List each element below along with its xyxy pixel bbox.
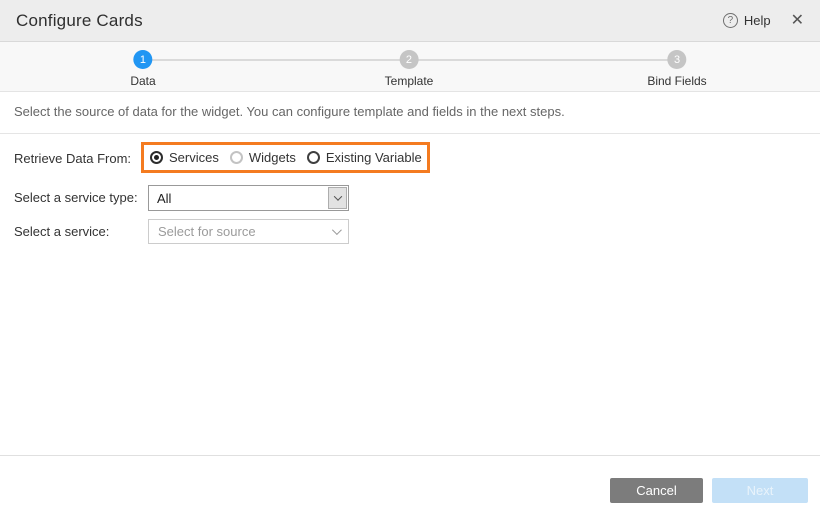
data-source-radio-group: Services Widgets Existing Variable xyxy=(141,142,430,173)
service-label: Select a service: xyxy=(14,224,109,239)
next-button[interactable]: Next xyxy=(712,478,808,503)
page-title: Configure Cards xyxy=(16,11,143,31)
step-2-circle: 2 xyxy=(399,50,418,69)
wizard-stepper: 1 Data 2 Template 3 Bind Fields xyxy=(0,42,820,92)
description-divider xyxy=(0,133,820,134)
chevron-down-icon xyxy=(332,225,342,235)
radio-widgets-label: Widgets xyxy=(249,150,296,165)
service-type-selected-value: All xyxy=(149,191,171,206)
cancel-button[interactable]: Cancel xyxy=(610,478,703,503)
chevron-down-icon xyxy=(333,192,341,200)
retrieve-data-label: Retrieve Data From: xyxy=(14,151,131,166)
close-icon[interactable]: ✕ xyxy=(791,13,804,29)
footer-divider xyxy=(0,455,820,456)
step-data[interactable]: 1 Data xyxy=(130,50,155,88)
step-3-label: Bind Fields xyxy=(647,74,706,88)
service-select[interactable]: Select for source xyxy=(148,219,349,244)
help-link[interactable]: Help xyxy=(744,13,771,28)
radio-services-label: Services xyxy=(169,150,219,165)
service-type-dropdown-button[interactable] xyxy=(328,187,347,209)
step-1-label: Data xyxy=(130,74,155,88)
service-select-placeholder: Select for source xyxy=(158,224,256,239)
radio-services[interactable]: Services xyxy=(150,150,219,165)
radio-existing-variable[interactable]: Existing Variable xyxy=(307,150,422,165)
header-actions: ? Help ✕ xyxy=(723,13,804,29)
step-2-label: Template xyxy=(385,74,434,88)
step-3-circle: 3 xyxy=(668,50,687,69)
radio-existing-variable-label: Existing Variable xyxy=(326,150,422,165)
service-type-select[interactable]: All xyxy=(148,185,349,211)
radio-services-circle[interactable] xyxy=(150,151,163,164)
step-1-circle: 1 xyxy=(133,50,152,69)
radio-existing-variable-circle[interactable] xyxy=(307,151,320,164)
service-type-label: Select a service type: xyxy=(14,190,138,205)
step-bind-fields[interactable]: 3 Bind Fields xyxy=(647,50,706,88)
configure-cards-dialog: Configure Cards ? Help ✕ 1 Data 2 Templa… xyxy=(0,0,820,520)
radio-widgets[interactable]: Widgets xyxy=(230,150,296,165)
dialog-header: Configure Cards ? Help ✕ xyxy=(0,0,820,42)
radio-widgets-circle[interactable] xyxy=(230,151,243,164)
step-template[interactable]: 2 Template xyxy=(385,50,434,88)
description-text: Select the source of data for the widget… xyxy=(14,104,804,119)
help-icon[interactable]: ? xyxy=(723,13,738,28)
